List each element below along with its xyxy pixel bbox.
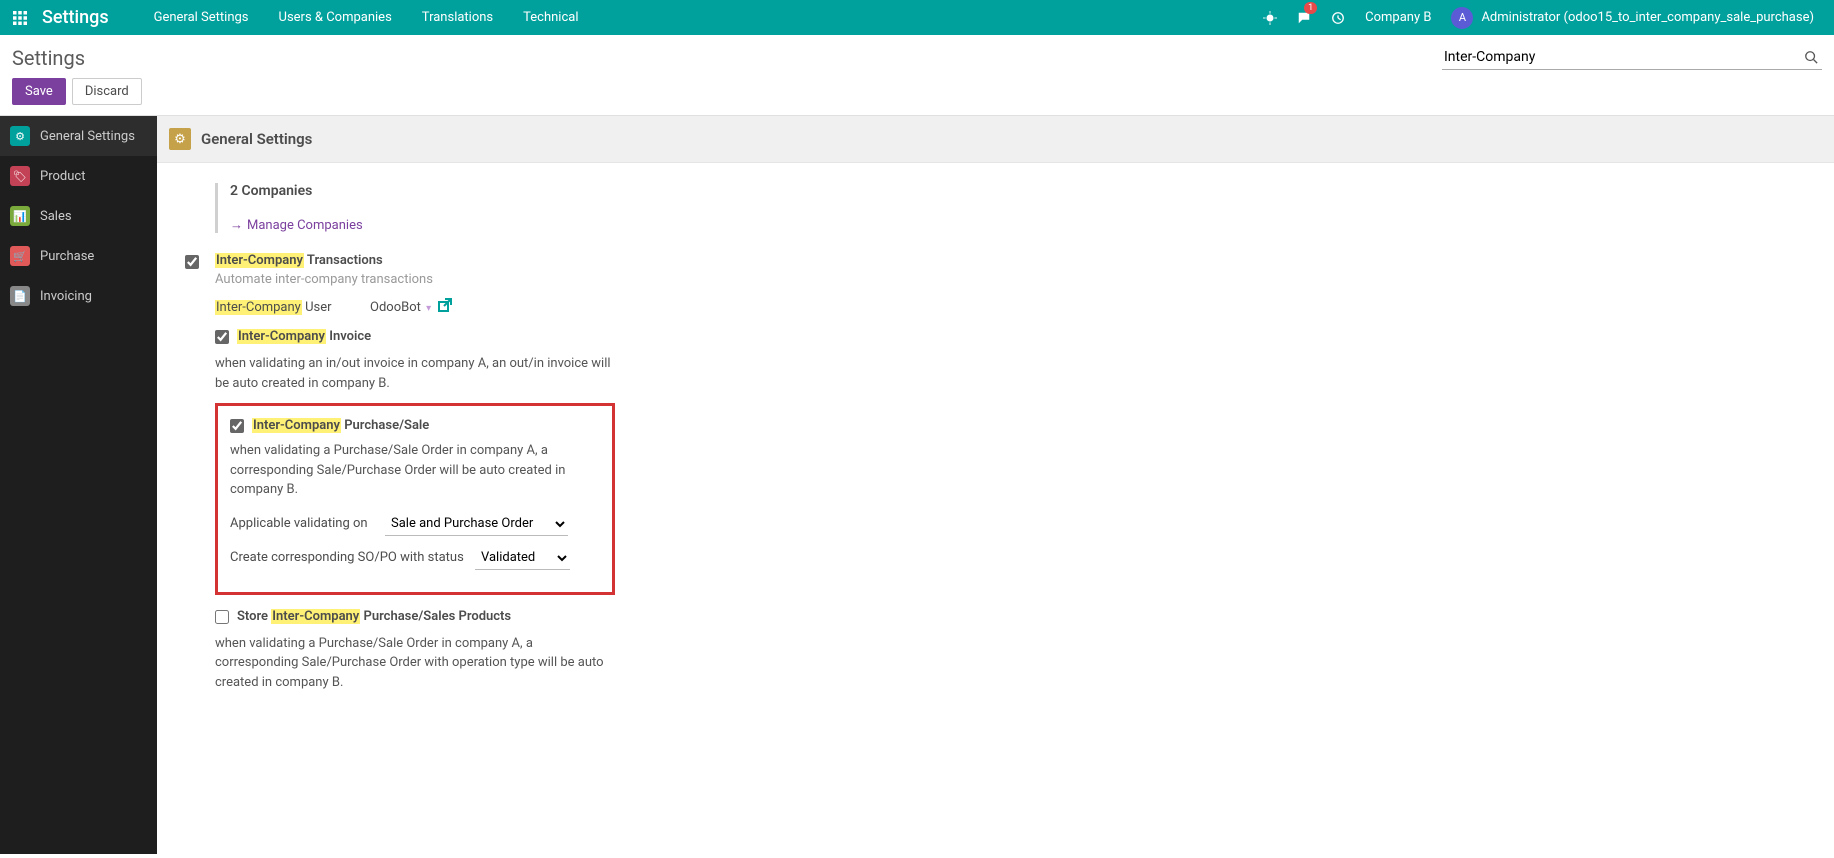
search-input[interactable]: [1442, 45, 1822, 70]
intercompany-user-field: Inter-Company User OdooBot ▾: [215, 297, 615, 317]
settings-content: 2 Companies → Manage Companies Inter-Comp…: [157, 163, 1357, 744]
menu-users-companies[interactable]: Users & Companies: [264, 0, 407, 35]
sidebar-item-sales[interactable]: 📊 Sales: [0, 196, 157, 236]
setting-help: when validating a Purchase/Sale Order in…: [230, 441, 600, 500]
companies-count: 2 Companies: [230, 183, 1329, 199]
checkbox-intercompany-transactions[interactable]: [185, 255, 199, 269]
highlight-text: Inter-Company: [252, 418, 341, 433]
applicable-validating-field: Applicable validating on Sale and Purcha…: [230, 512, 600, 536]
setting-store-intercompany-products: Store Inter-Company Purchase/Sales Produ…: [215, 609, 615, 693]
setting-description: Automate inter-company transactions: [215, 272, 615, 287]
breadcrumb: Settings: [12, 46, 85, 70]
setting-intercompany-transactions: Inter-Company Transactions Automate inte…: [185, 253, 1329, 702]
setting-label: Inter-Company Invoice: [237, 329, 615, 344]
user-avatar: A: [1451, 7, 1473, 29]
sidebar-item-label: Invoicing: [40, 289, 92, 304]
user-menu[interactable]: A Administrator (odoo15_to_inter_company…: [1441, 0, 1824, 35]
chevron-down-icon: ▾: [426, 303, 431, 314]
sidebar-item-label: General Settings: [40, 129, 135, 144]
sidebar-item-label: Sales: [40, 209, 72, 224]
layout: ⚙ General Settings 🏷 Product 📊 Sales 🛒 P…: [0, 116, 1834, 854]
highlight-text: Inter-Company: [215, 253, 304, 268]
app-title: Settings: [42, 7, 109, 28]
search-wrap: [1442, 45, 1822, 70]
settings-sidebar: ⚙ General Settings 🏷 Product 📊 Sales 🛒 P…: [0, 116, 157, 854]
menu-technical[interactable]: Technical: [508, 0, 593, 35]
checkbox-intercompany-purchase-sale[interactable]: [230, 419, 244, 433]
sidebar-item-label: Product: [40, 169, 85, 184]
gear-icon: ⚙: [169, 128, 191, 150]
setting-help: when validating a Purchase/Sale Order in…: [215, 634, 615, 693]
field-label: Inter-Company User: [215, 300, 370, 315]
sidebar-item-product[interactable]: 🏷 Product: [0, 156, 157, 196]
section-title: General Settings: [201, 130, 312, 148]
tag-icon: 🏷: [10, 166, 30, 186]
highlight-text: Inter-Company: [215, 300, 302, 315]
applicable-validating-select[interactable]: Sale and Purchase Order: [385, 512, 568, 536]
document-icon: 📄: [10, 286, 30, 306]
main-content: ⚙ General Settings 2 Companies → Manage C…: [157, 116, 1834, 854]
apps-icon[interactable]: [10, 8, 30, 28]
highlight-text: Inter-Company: [237, 329, 326, 344]
messages-badge: 1: [1304, 2, 1317, 14]
messages-icon[interactable]: 1: [1287, 0, 1321, 35]
user-name: Administrator (odoo15_to_inter_company_s…: [1481, 10, 1814, 25]
setting-intercompany-purchase-sale: Inter-Company Purchase/Sale when validat…: [215, 403, 615, 595]
company-name: Company B: [1365, 10, 1431, 25]
control-panel: Settings Save Discard: [0, 35, 1834, 116]
arrow-right-icon: →: [230, 218, 243, 233]
highlight-text: Inter-Company: [271, 609, 360, 624]
save-button[interactable]: Save: [12, 78, 66, 105]
menu-general-settings[interactable]: General Settings: [139, 0, 264, 35]
debug-icon[interactable]: [1253, 0, 1287, 35]
manage-companies-link[interactable]: → Manage Companies: [230, 217, 1329, 233]
sidebar-item-label: Purchase: [40, 249, 94, 264]
top-nav: Settings General Settings Users & Compan…: [0, 0, 1834, 35]
sidebar-item-general[interactable]: ⚙ General Settings: [0, 116, 157, 156]
company-switcher[interactable]: Company B: [1355, 0, 1441, 35]
gear-icon: ⚙: [10, 126, 30, 146]
checkbox-store-intercompany-products[interactable]: [215, 610, 229, 624]
external-link-icon[interactable]: [437, 297, 453, 317]
manage-companies-label: Manage Companies: [247, 218, 363, 233]
setting-intercompany-invoice: Inter-Company Invoice when validating an…: [215, 329, 615, 393]
checkbox-intercompany-invoice[interactable]: [215, 330, 229, 344]
chart-icon: 📊: [10, 206, 30, 226]
discard-button[interactable]: Discard: [72, 78, 142, 105]
setting-label: Inter-Company Transactions: [215, 253, 615, 268]
setting-help: when validating an in/out invoice in com…: [215, 354, 615, 393]
create-status-field: Create corresponding SO/PO with status V…: [230, 546, 600, 570]
setting-label: Store Inter-Company Purchase/Sales Produ…: [237, 609, 615, 624]
companies-block: 2 Companies → Manage Companies: [215, 183, 1329, 233]
section-header: ⚙ General Settings: [157, 116, 1834, 163]
field-label: Create corresponding SO/PO with status: [230, 550, 475, 565]
sidebar-item-invoicing[interactable]: 📄 Invoicing: [0, 276, 157, 316]
setting-label: Inter-Company Purchase/Sale: [252, 418, 600, 433]
search-icon[interactable]: [1804, 49, 1818, 64]
create-status-select[interactable]: Validated: [475, 546, 570, 570]
intercompany-user-input[interactable]: OdooBot ▾: [370, 300, 431, 315]
sidebar-item-purchase[interactable]: 🛒 Purchase: [0, 236, 157, 276]
activities-icon[interactable]: [1321, 0, 1355, 35]
menu-translations[interactable]: Translations: [407, 0, 508, 35]
field-label: Applicable validating on: [230, 516, 385, 531]
cart-icon: 🛒: [10, 246, 30, 266]
